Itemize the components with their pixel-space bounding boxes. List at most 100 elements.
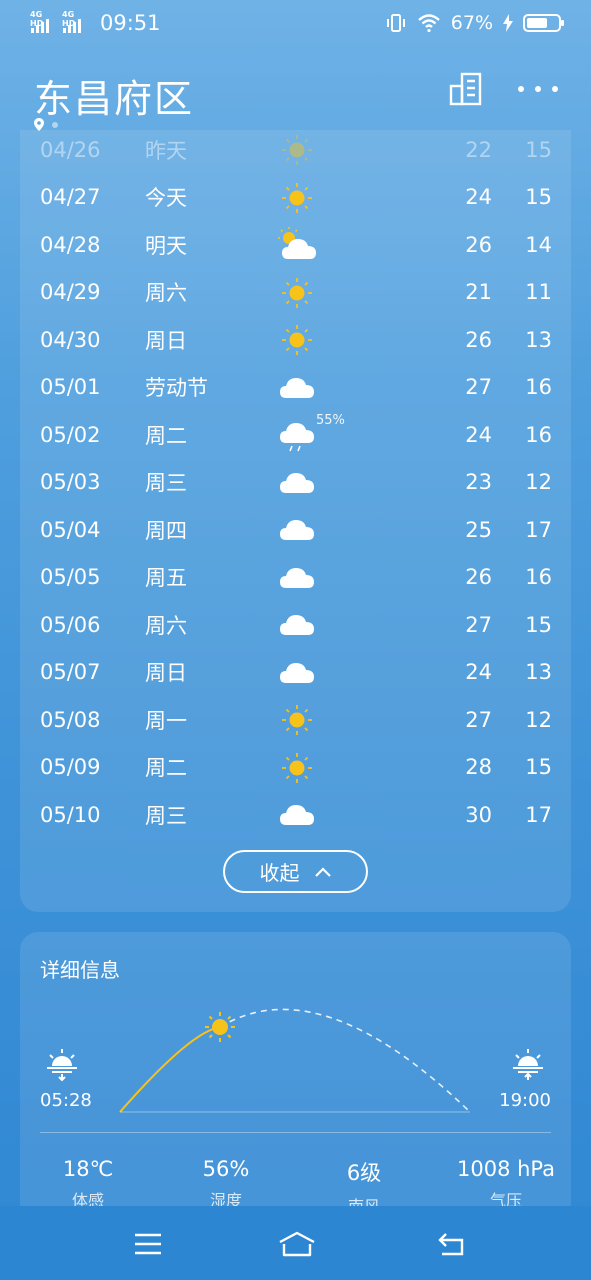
forecast-date: 05/05 <box>40 565 101 589</box>
forecast-day: 周六 <box>145 281 187 305</box>
forecast-date: 05/01 <box>40 375 101 399</box>
forecast-low: 15 <box>525 612 552 637</box>
forecast-row[interactable]: 05/01 劳动节 27 16 <box>20 364 571 411</box>
forecast-date: 05/02 <box>40 422 101 447</box>
forecast-date: 04/27 <box>40 185 101 209</box>
forecast-low: 13 <box>525 327 552 352</box>
forecast-date: 05/09 <box>40 755 101 779</box>
forecast-day: 今天 <box>145 186 187 210</box>
forecast-high: 28 <box>465 755 492 779</box>
sunny-icon <box>278 702 316 738</box>
forecast-high: 24 <box>465 660 492 684</box>
home-icon[interactable] <box>277 1230 317 1258</box>
forecast-low: 14 <box>525 232 552 257</box>
forecast-day: 周六 <box>145 613 187 638</box>
details-card: 详细信息 05:28 19:00 18℃ 体感 56% 湿度 6级 1008 h… <box>20 932 571 1222</box>
charging-icon <box>503 14 513 32</box>
forecast-low: 12 <box>525 470 552 494</box>
forecast-date: 05/07 <box>40 660 101 684</box>
forecast-row[interactable]: 05/06 周六 27 15 <box>20 601 571 648</box>
sunny-icon <box>278 322 316 358</box>
forecast-row[interactable]: 04/26 昨天 22 15 <box>20 126 571 173</box>
forecast-high: 30 <box>465 802 492 827</box>
forecast-day: 周一 <box>145 708 187 733</box>
forecast-low: 16 <box>525 375 552 399</box>
forecast-date: 05/06 <box>40 612 101 637</box>
forecast-row[interactable]: 05/08 周一 27 12 <box>20 696 571 743</box>
forecast-day: 周三 <box>145 803 187 828</box>
battery-percent: 67% <box>450 12 493 34</box>
sunny-icon <box>278 132 316 168</box>
city-name[interactable]: 东昌府区 <box>34 68 194 123</box>
forecast-high: 27 <box>465 375 492 399</box>
sunrise-icon <box>47 1049 77 1082</box>
forecast-row[interactable]: 05/10 周三 30 17 <box>20 791 571 838</box>
forecast-high: 23 <box>465 470 492 494</box>
forecast-row[interactable]: 05/02 周二 55% 24 16 <box>20 411 571 458</box>
forecast-low: 17 <box>525 517 552 542</box>
collapse-button[interactable]: 收起 <box>223 850 368 893</box>
forecast-date: 04/26 <box>40 137 101 162</box>
forecast-day: 劳动节 <box>145 376 208 400</box>
forecast-row[interactable]: 05/07 周日 24 13 <box>20 649 571 696</box>
precipitation-probability: 55% <box>316 413 345 428</box>
forecast-low: 16 <box>525 565 552 589</box>
city-management-icon[interactable] <box>448 72 484 106</box>
forecast-row[interactable]: 04/27 今天 24 15 <box>20 174 571 221</box>
cloudy-icon <box>278 512 316 548</box>
forecast-low: 13 <box>525 660 552 684</box>
header: 东昌府区 <box>0 56 591 136</box>
forecast-date: 04/29 <box>40 280 101 304</box>
forecast-day: 周日 <box>145 661 187 685</box>
forecast-list: 05/10 周三 30 17 05/09 周二 28 15 05/08 周一 27 12 05/07 周日… <box>20 130 571 912</box>
sunset-time: 19:00 <box>499 1090 551 1111</box>
signal-icon-sim2: 4G HD <box>62 10 88 34</box>
signal-icon-sim1: 4G HD <box>30 10 56 34</box>
forecast-day: 周二 <box>145 423 187 448</box>
forecast-date: 04/30 <box>40 327 101 352</box>
cloudy-icon <box>278 797 316 833</box>
details-title: 详细信息 <box>40 958 120 982</box>
forecast-high: 21 <box>465 280 492 304</box>
forecast-row[interactable]: 04/30 周日 26 13 <box>20 316 571 363</box>
forecast-date: 05/10 <box>40 802 101 827</box>
humidity-stat: 56% 湿度 <box>171 1157 281 1211</box>
forecast-high: 25 <box>465 517 492 542</box>
sun-arc <box>47 1008 543 1113</box>
forecast-low: 17 <box>525 802 552 827</box>
forecast-day: 明天 <box>145 233 187 258</box>
forecast-row[interactable]: 04/29 周六 21 11 <box>20 269 571 316</box>
forecast-day: 周二 <box>145 756 187 780</box>
cloudy-icon <box>278 607 316 643</box>
back-icon[interactable] <box>436 1230 468 1258</box>
cloudy-icon <box>278 560 316 596</box>
collapse-label: 收起 <box>259 861 300 885</box>
vibrate-icon <box>386 14 405 32</box>
sunrise-time: 05:28 <box>40 1090 92 1111</box>
forecast-day: 周三 <box>145 471 187 495</box>
forecast-high: 27 <box>465 612 492 637</box>
forecast-low: 15 <box>525 755 552 779</box>
pressure-value: 1008 hPa <box>456 1157 556 1181</box>
sunny-icon <box>278 180 316 216</box>
rain-icon <box>278 417 316 453</box>
cloudy-icon <box>278 370 316 406</box>
forecast-row[interactable]: 05/03 周三 23 12 <box>20 459 571 506</box>
partly-cloudy-icon <box>278 227 316 263</box>
forecast-high: 24 <box>465 422 492 447</box>
menu-icon[interactable] <box>132 1230 164 1258</box>
forecast-high: 26 <box>465 327 492 352</box>
forecast-low: 15 <box>525 137 552 162</box>
forecast-row[interactable]: 05/05 周五 26 16 <box>20 554 571 601</box>
battery-icon <box>523 14 564 32</box>
forecast-day: 周四 <box>145 518 187 543</box>
forecast-row[interactable]: 05/04 周四 25 17 <box>20 506 571 553</box>
forecast-high: 26 <box>465 565 492 589</box>
sun-position-icon <box>205 1012 235 1042</box>
divider <box>40 1132 551 1133</box>
humidity-value: 56% <box>202 1157 250 1181</box>
feels-like-value: 18℃ <box>62 1157 114 1181</box>
more-options-icon[interactable] <box>518 72 558 106</box>
forecast-row[interactable]: 05/09 周二 28 15 <box>20 744 571 791</box>
forecast-row[interactable]: 04/28 明天 26 14 <box>20 221 571 268</box>
